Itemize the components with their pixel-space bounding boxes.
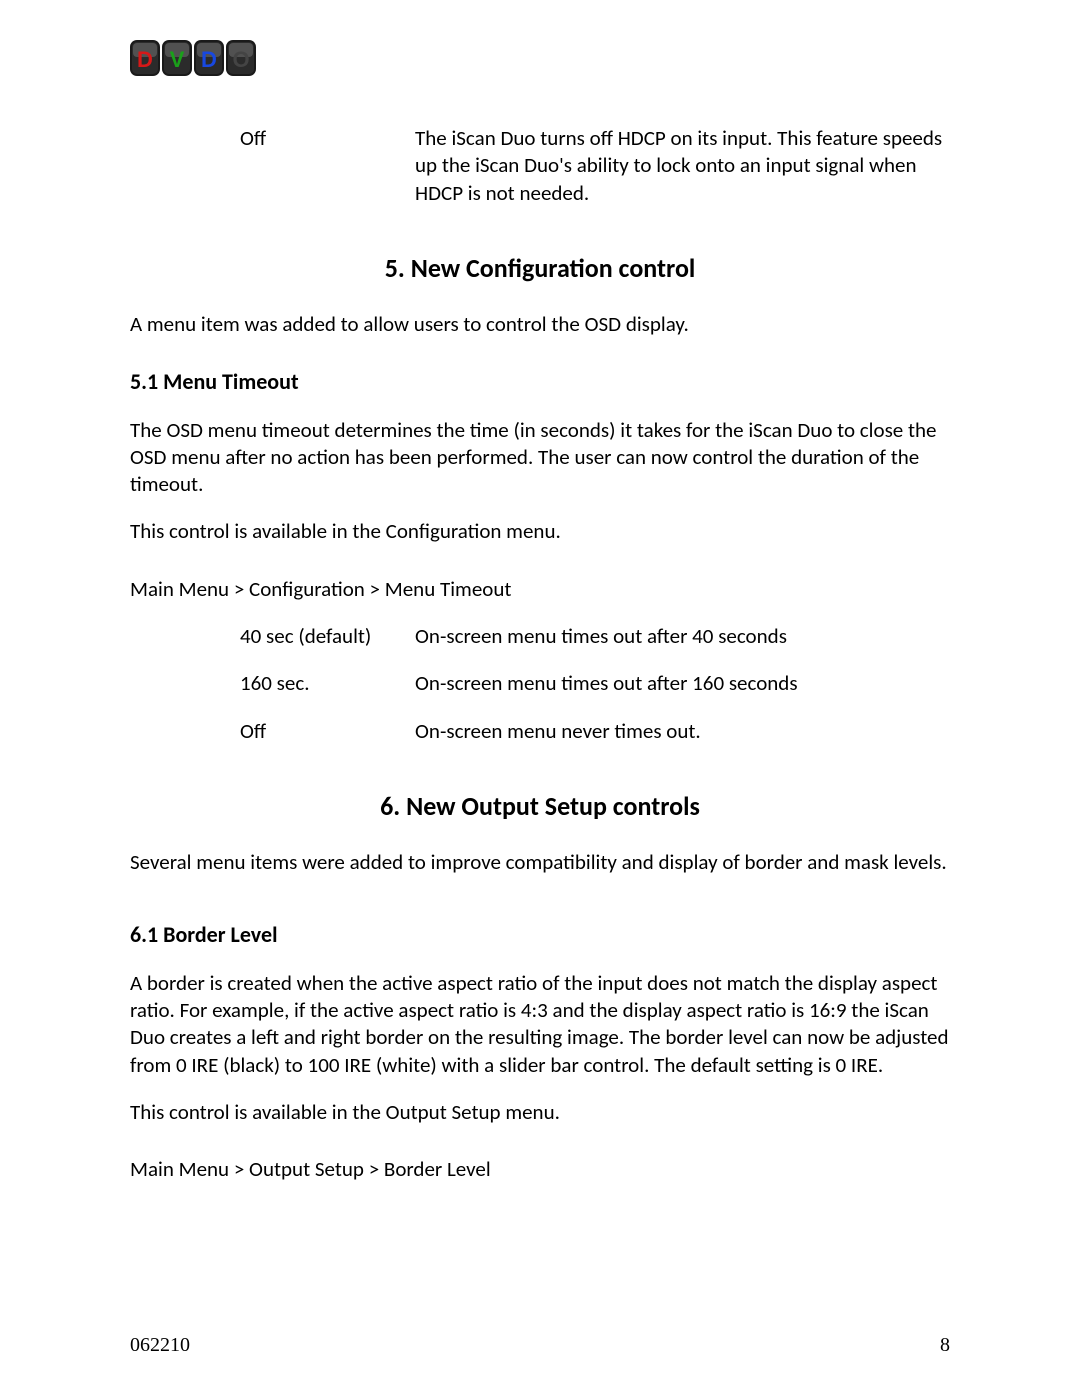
- option-160sec: 160 sec. On-screen menu times out after …: [240, 670, 950, 697]
- section-6-heading: 6. New Output Setup controls: [130, 790, 950, 824]
- definition-desc: The iScan Duo turns off HDCP on its inpu…: [415, 125, 950, 207]
- definition-term: Off: [240, 125, 415, 207]
- option-desc: On-screen menu times out after 40 second…: [415, 623, 950, 650]
- logo-svg: DVDO: [130, 40, 258, 78]
- svg-text:D: D: [201, 47, 217, 72]
- document-page: DVDO Off The iScan Duo turns off HDCP on…: [0, 0, 1080, 1397]
- border-level-para2: This control is available in the Output …: [130, 1099, 950, 1126]
- hdcp-off-definition: Off The iScan Duo turns off HDCP on its …: [240, 125, 950, 207]
- svg-text:V: V: [170, 47, 185, 72]
- section-5-1-heading: 5.1 Menu Timeout: [130, 368, 950, 397]
- option-off: Off On-screen menu never times out.: [240, 718, 950, 745]
- page-content: Off The iScan Duo turns off HDCP on its …: [130, 40, 950, 1183]
- border-level-para1: A border is created when the active aspe…: [130, 970, 950, 1079]
- footer-left: 062210: [130, 1334, 190, 1357]
- option-desc: On-screen menu times out after 160 secon…: [415, 670, 950, 697]
- svg-text:D: D: [137, 47, 153, 72]
- dvdo-logo: DVDO: [130, 40, 258, 78]
- section-5-heading: 5. New Configuration control: [130, 252, 950, 286]
- option-40sec: 40 sec (default) On-screen menu times ou…: [240, 623, 950, 650]
- menu-timeout-para2: This control is available in the Configu…: [130, 518, 950, 545]
- menu-timeout-path: Main Menu > Configuration > Menu Timeout: [130, 576, 950, 603]
- svg-text:O: O: [232, 47, 249, 72]
- page-footer: 062210 8: [130, 1334, 950, 1357]
- option-term: 40 sec (default): [240, 623, 415, 650]
- section-6-1-heading: 6.1 Border Level: [130, 921, 950, 950]
- option-term: 160 sec.: [240, 670, 415, 697]
- section-6-intro: Several menu items were added to improve…: [130, 849, 950, 876]
- menu-timeout-para1: The OSD menu timeout determines the time…: [130, 417, 950, 499]
- footer-right: 8: [940, 1334, 950, 1357]
- border-level-path: Main Menu > Output Setup > Border Level: [130, 1156, 950, 1183]
- option-term: Off: [240, 718, 415, 745]
- option-desc: On-screen menu never times out.: [415, 718, 950, 745]
- section-5-intro: A menu item was added to allow users to …: [130, 311, 950, 338]
